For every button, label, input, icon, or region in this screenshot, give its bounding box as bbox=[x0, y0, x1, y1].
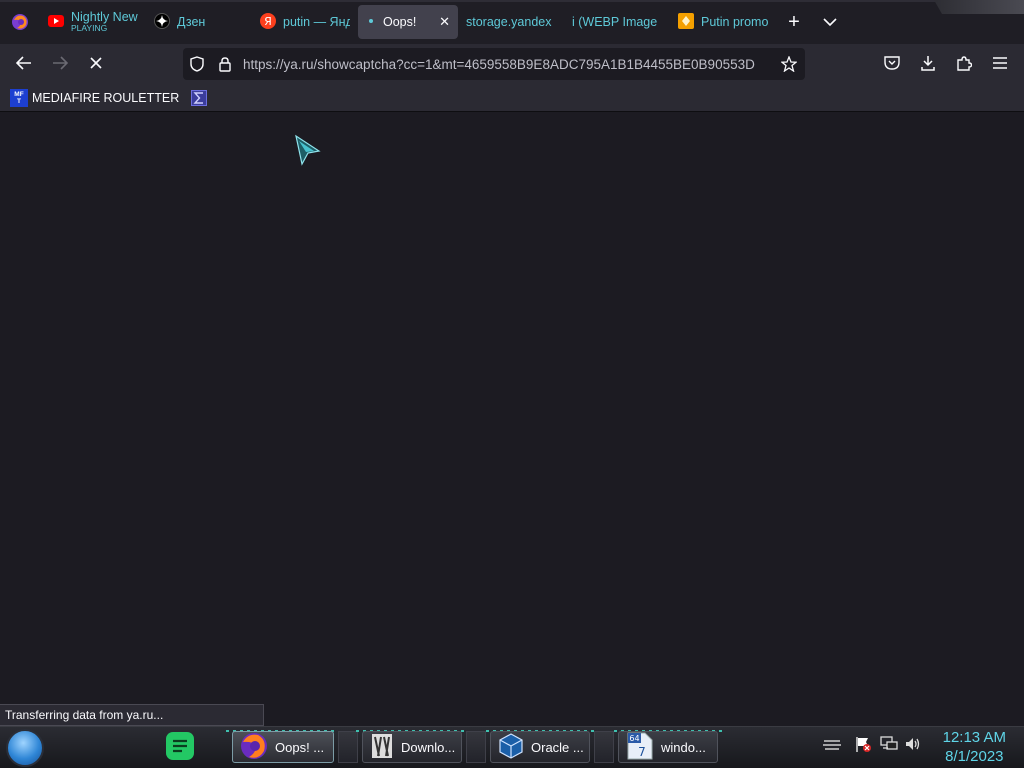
chevron-down-icon bbox=[823, 15, 837, 30]
tab-oops[interactable]: Oops! ✕ bbox=[358, 5, 458, 39]
tab-webp-image[interactable]: i (WEBP Image bbox=[564, 5, 670, 39]
firefox-menu-icon[interactable] bbox=[0, 0, 40, 44]
forward-button[interactable] bbox=[42, 48, 78, 80]
tab-yandex-search[interactable]: Я putin — Яндекс bbox=[252, 5, 358, 39]
show-hidden-icons-icon[interactable] bbox=[822, 737, 844, 754]
tab-title: Putin promo bbox=[701, 15, 768, 29]
tab-title: putin — Яндекс bbox=[283, 15, 350, 29]
taskbar-separator bbox=[338, 731, 358, 763]
pocket-icon bbox=[884, 55, 900, 73]
url-text[interactable]: https://ya.ru/showcaptcha?cc=1&mt=465955… bbox=[239, 57, 773, 72]
bookmark-2[interactable] bbox=[191, 89, 211, 106]
bookmarks-toolbar: MF T MEDIAFIRE ROULETTER bbox=[0, 84, 1024, 112]
start-button-orb[interactable] bbox=[6, 729, 44, 767]
svg-text:7: 7 bbox=[638, 745, 646, 759]
back-button[interactable] bbox=[6, 48, 42, 80]
taskbar-app-label: windo... bbox=[661, 739, 706, 755]
tracking-protection-shield-icon[interactable] bbox=[183, 56, 211, 72]
page-content bbox=[0, 113, 1024, 725]
action-center-flag-icon[interactable] bbox=[854, 735, 880, 756]
svg-text:64: 64 bbox=[629, 734, 639, 743]
list-all-tabs-button[interactable] bbox=[812, 5, 848, 39]
stop-loading-button[interactable] bbox=[78, 48, 114, 80]
taskbar-app-label: Oracle ... bbox=[531, 739, 584, 755]
tab-title: i (WEBP Image bbox=[572, 15, 658, 29]
bookmark-label: MEDIAFIRE ROULETTER bbox=[32, 90, 180, 105]
pocket-button[interactable] bbox=[874, 48, 910, 80]
svg-text:Я: Я bbox=[264, 15, 272, 28]
firefox-icon bbox=[239, 731, 269, 764]
notes-app-icon bbox=[165, 731, 195, 764]
tab-orange-icon bbox=[678, 12, 694, 32]
mediafire-icon: MF T bbox=[10, 88, 28, 107]
system-tray bbox=[822, 735, 928, 756]
taskbar-clock[interactable]: 12:13 AM 8/1/2023 bbox=[943, 728, 1006, 766]
taskbar-separator bbox=[594, 731, 614, 763]
arrow-left-icon bbox=[15, 55, 32, 73]
tab-storage-yandex[interactable]: storage.yandex bbox=[458, 5, 564, 39]
tab-title: Дзен bbox=[177, 15, 206, 29]
sigma-icon bbox=[191, 89, 208, 106]
clock-date: 8/1/2023 bbox=[945, 748, 1004, 765]
tab-dzen[interactable]: Дзен bbox=[146, 5, 252, 39]
app-menu-button[interactable] bbox=[982, 48, 1018, 80]
close-tab-icon[interactable]: ✕ bbox=[439, 14, 450, 30]
hamburger-menu-icon bbox=[993, 56, 1007, 72]
yandex-icon: Я bbox=[260, 12, 276, 32]
youtube-icon bbox=[48, 14, 64, 30]
tab-title: storage.yandex bbox=[466, 15, 552, 29]
extensions-button[interactable] bbox=[946, 48, 982, 80]
plus-icon: + bbox=[788, 10, 800, 33]
arrow-right-icon bbox=[52, 55, 69, 73]
taskbar: Oops! ... Downlo... Oracle ... 64 7 windo… bbox=[0, 726, 1024, 768]
address-bar[interactable]: https://ya.ru/showcaptcha?cc=1&mt=465955… bbox=[183, 48, 805, 80]
taskbar-app-windows7-iso[interactable]: 64 7 windo... bbox=[618, 731, 718, 763]
bookmark-star-icon[interactable] bbox=[773, 56, 805, 72]
tab-playing-label: PLAYING bbox=[71, 23, 108, 33]
tab-title: Oops! bbox=[383, 15, 417, 29]
loading-dot-icon bbox=[366, 15, 376, 29]
puzzle-icon bbox=[956, 55, 973, 74]
lock-icon[interactable] bbox=[211, 56, 239, 72]
taskbar-app-downloads[interactable]: Downlo... bbox=[362, 731, 462, 763]
downloads-button[interactable] bbox=[910, 48, 946, 80]
download-icon bbox=[920, 55, 936, 74]
dzen-icon bbox=[154, 12, 170, 32]
volume-icon[interactable] bbox=[904, 736, 928, 755]
mouse-cursor-icon bbox=[294, 134, 322, 169]
navigation-toolbar: https://ya.ru/showcaptcha?cc=1&mt=465955… bbox=[0, 44, 1024, 84]
downloads-icon bbox=[369, 732, 395, 763]
taskbar-pinned-notes[interactable] bbox=[163, 731, 197, 763]
tab-putin-promo[interactable]: Putin promo bbox=[670, 5, 776, 39]
toolbar-right-buttons bbox=[874, 48, 1018, 80]
clock-time: 12:13 AM bbox=[942, 729, 1006, 746]
close-icon bbox=[90, 56, 102, 72]
taskbar-separator bbox=[466, 731, 486, 763]
taskbar-app-label: Downlo... bbox=[401, 739, 456, 755]
window-top-border bbox=[0, 0, 1024, 2]
taskbar-app-virtualbox[interactable]: Oracle ... bbox=[490, 731, 590, 763]
virtualbox-icon bbox=[497, 732, 525, 763]
new-tab-button[interactable]: + bbox=[776, 5, 812, 39]
taskbar-app-label: Oops! ... bbox=[275, 739, 325, 755]
tab-strip: Nightly News PLAYING Дзен Я putin — Янде… bbox=[0, 0, 1024, 44]
network-icon[interactable] bbox=[880, 736, 904, 755]
bookmark-mediafire[interactable]: MF T MEDIAFIRE ROULETTER bbox=[10, 88, 180, 107]
status-panel: Transferring data from ya.ru... bbox=[0, 704, 264, 726]
tab-nightly-news[interactable]: Nightly News PLAYING bbox=[40, 5, 146, 39]
windows7-iso-icon: 64 7 bbox=[625, 731, 655, 764]
window-titlebar-decoration bbox=[934, 0, 1024, 14]
taskbar-app-firefox[interactable]: Oops! ... bbox=[232, 731, 334, 763]
screen: Nightly News PLAYING Дзен Я putin — Янде… bbox=[0, 0, 1024, 768]
